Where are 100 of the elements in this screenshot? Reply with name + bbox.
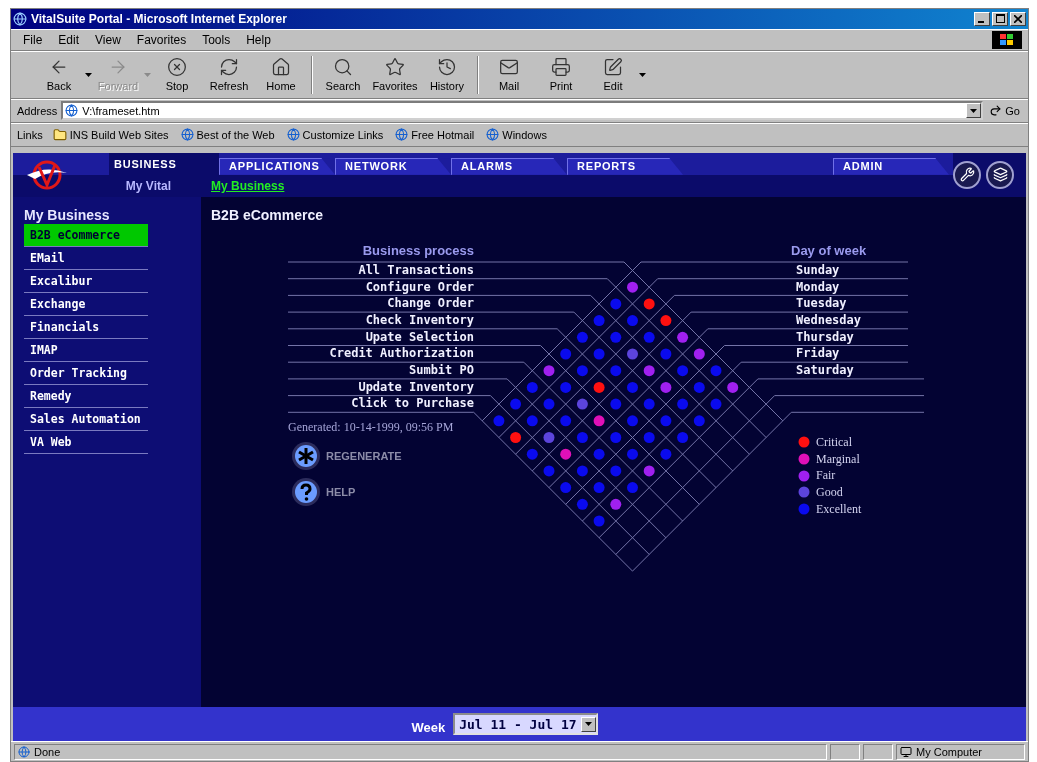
legend-label: Marginal — [816, 451, 860, 467]
printer-icon — [551, 57, 571, 78]
page-title: B2B eCommerce — [211, 206, 325, 225]
process-label: Check Inventory — [365, 311, 474, 329]
menu-item[interactable]: Edit — [52, 30, 86, 49]
sidebar-item[interactable]: Remedy — [24, 384, 148, 408]
close-icon — [1014, 15, 1022, 23]
process-label: Configure Order — [365, 278, 474, 296]
globe-icon — [180, 128, 194, 142]
sidebar-item[interactable]: Financials — [24, 315, 148, 339]
asterisk-icon — [291, 441, 321, 471]
week-label: Week — [411, 719, 446, 735]
day-label: Sunday — [795, 261, 840, 279]
redo-arrow-icon — [989, 104, 1003, 118]
globe-icon — [13, 12, 27, 26]
legend-label: Fair — [816, 468, 836, 484]
maximize-icon — [995, 14, 1005, 24]
status-text: Done — [34, 745, 61, 758]
sidebar-item[interactable]: VA Web — [24, 430, 148, 454]
menu-item[interactable]: File — [17, 30, 49, 49]
link[interactable]: INS Build Web Sites — [52, 127, 169, 142]
close-button[interactable] — [1010, 12, 1026, 26]
toolbar-button[interactable]: History — [421, 53, 473, 96]
nav-tab[interactable]: BUSINESS — [109, 152, 219, 175]
sidebar-item[interactable]: IMAP — [24, 338, 148, 362]
dropdown-button[interactable] — [966, 103, 982, 119]
toolbar-button[interactable]: Print — [535, 53, 587, 96]
layers-icon — [992, 167, 1008, 183]
folder-icon — [52, 127, 67, 142]
toolbar-button[interactable]: Search — [317, 53, 369, 96]
process-label: Upate Selection — [365, 328, 474, 346]
subnav-link[interactable]: My Business — [211, 178, 285, 193]
menu-item[interactable]: Favorites — [130, 30, 193, 49]
go-button[interactable]: Go — [987, 104, 1022, 118]
wrench-button[interactable] — [953, 160, 981, 189]
day-label: Thursday — [795, 328, 854, 346]
menu-item[interactable]: View — [89, 30, 127, 49]
nav-tab[interactable]: ADMIN — [833, 157, 949, 175]
action-button[interactable]: REGENERATE — [291, 441, 402, 471]
day-label: Wednesday — [795, 311, 862, 329]
generated-timestamp: Generated: 10-14-1999, 09:56 PM — [288, 420, 454, 435]
nav-tab[interactable]: APPLICATIONS — [219, 157, 335, 175]
links-label: Links — [17, 128, 43, 141]
history-icon — [437, 57, 457, 78]
link[interactable]: Free Hotmail — [395, 128, 475, 142]
process-label: Update Inventory — [358, 378, 474, 396]
caret-icon — [584, 722, 592, 727]
star-icon — [385, 57, 405, 78]
nav-tab[interactable]: ALARMS — [451, 157, 567, 175]
globe-icon — [395, 128, 409, 142]
minimize-button[interactable] — [974, 12, 990, 26]
process-label: Sumbit PO — [408, 361, 474, 379]
day-label: Saturday — [795, 361, 854, 379]
sidebar-item[interactable]: Sales Automation — [24, 407, 148, 431]
subnav-link[interactable]: My Vital — [109, 178, 171, 193]
layers-button[interactable] — [986, 160, 1014, 189]
legend-label: Excellent — [816, 501, 862, 517]
maximize-button[interactable] — [992, 12, 1008, 26]
toolbar-button[interactable]: Stop — [151, 53, 203, 96]
toolbar-button[interactable]: Favorites — [369, 53, 421, 96]
globe-icon — [18, 745, 30, 758]
day-label: Friday — [795, 345, 840, 362]
pencil-square-icon — [603, 57, 623, 78]
nav-tab[interactable]: NETWORK — [335, 157, 451, 175]
week-select[interactable]: Jul 11 - Jul 17 — [453, 713, 598, 736]
link[interactable]: Customize Links — [286, 128, 384, 142]
refresh-icon — [219, 57, 239, 78]
caret-icon — [970, 108, 978, 113]
house-icon — [271, 57, 291, 78]
dropdown-button[interactable] — [580, 716, 596, 732]
question-icon — [291, 477, 321, 507]
monitor-icon — [900, 745, 912, 758]
windows-logo-icon — [992, 30, 1022, 49]
legend-label: Critical — [816, 434, 852, 450]
toolbar-button[interactable]: Home — [255, 53, 307, 96]
sidebar-item[interactable]: Order Tracking — [24, 361, 148, 385]
menu-item[interactable]: Help — [240, 30, 277, 49]
toolbar-button[interactable]: Mail — [483, 53, 535, 96]
link[interactable]: Windows — [486, 128, 547, 142]
address-field[interactable]: V:\frameset.htm — [61, 101, 984, 121]
menu-item[interactable]: Tools — [196, 30, 237, 49]
sidebar-item[interactable]: EMail — [24, 246, 148, 270]
link[interactable]: Best of the Web — [180, 128, 275, 142]
toolbar-button[interactable]: Back — [33, 53, 85, 96]
sidebar-title: My Business — [24, 206, 111, 223]
nav-tab[interactable]: REPORTS — [567, 157, 683, 175]
legend-label: Good — [816, 484, 843, 500]
process-label: All Transactions — [358, 261, 474, 279]
column-heading: Day of week — [791, 241, 867, 260]
globe-icon — [65, 104, 79, 118]
sidebar-item[interactable]: Excalibur — [24, 269, 148, 293]
sidebar-item[interactable]: Exchange — [24, 292, 148, 316]
action-button[interactable]: HELP — [291, 477, 356, 507]
sidebar-item[interactable]: B2B eCommerce — [24, 223, 148, 247]
globe-icon — [286, 128, 300, 142]
address-label: Address — [17, 104, 58, 117]
toolbar-button[interactable]: Edit — [587, 53, 639, 96]
process-label: Credit Authorization — [329, 345, 474, 362]
wrench-icon — [959, 167, 975, 183]
toolbar-button[interactable]: Refresh — [203, 53, 255, 96]
